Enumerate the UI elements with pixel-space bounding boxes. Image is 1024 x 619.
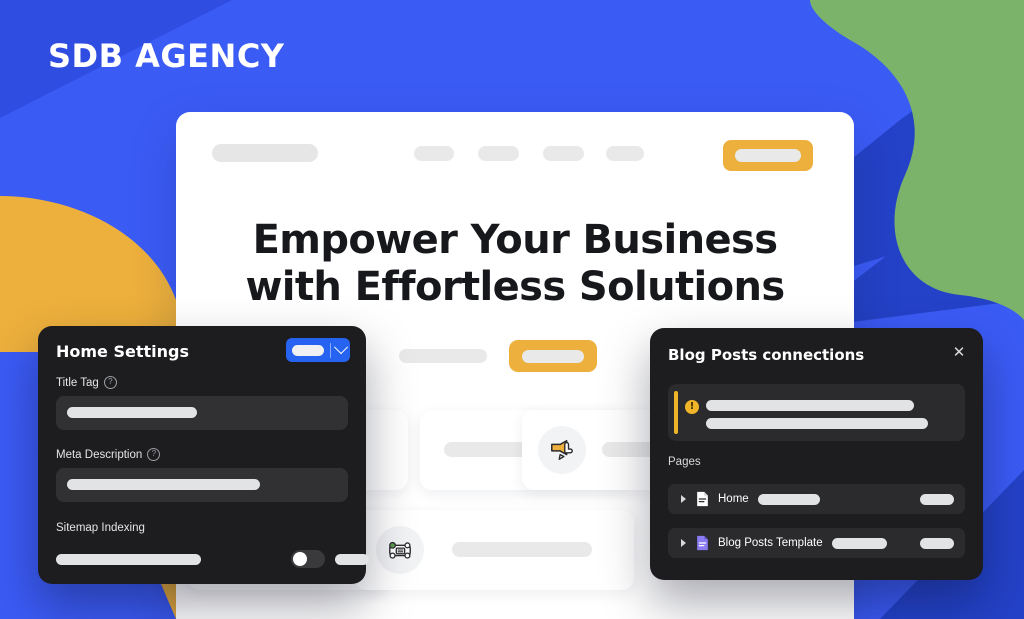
- mockup-hero: Empower Your Business with Effortless So…: [176, 217, 854, 311]
- blog-posts-connections-panel: Blog Posts connections ✕ ! Pages Home Bl…: [650, 328, 983, 580]
- caret-right-icon[interactable]: [681, 539, 686, 547]
- mockup-card-5-text: [452, 542, 592, 557]
- meta-description-value: [67, 479, 260, 490]
- page-row-blog-template-meta: [831, 537, 887, 549]
- page-row-blog-template-action[interactable]: [920, 537, 954, 549]
- brand-logo: SDB AGENCY: [48, 37, 285, 75]
- page-row-blog-template-label: Blog Posts Template: [718, 537, 823, 549]
- megaphone-icon: [538, 426, 586, 474]
- mockup-navbar: [176, 112, 854, 190]
- mockup-nav-link-4[interactable]: [606, 146, 644, 161]
- publish-button-label: [292, 344, 324, 356]
- page-row-home[interactable]: Home: [668, 484, 965, 514]
- chevron-down-icon[interactable]: [333, 340, 349, 355]
- publish-button[interactable]: [286, 338, 350, 362]
- page-icon: [697, 491, 708, 507]
- blog-posts-panel-title: Blog Posts connections: [668, 346, 865, 364]
- title-tag-label: Title Tag: [56, 376, 99, 389]
- page-row-home-meta: [757, 493, 820, 505]
- title-tag-value: [67, 407, 197, 418]
- mockup-nav-cta-label: [735, 149, 801, 162]
- question-mark-icon[interactable]: ?: [147, 448, 161, 461]
- meta-description-input[interactable]: [56, 468, 348, 502]
- page-row-blog-template[interactable]: Blog Posts Template: [668, 528, 965, 558]
- pages-section-label: Pages: [668, 456, 701, 468]
- robot-chat-icon: [376, 526, 424, 574]
- home-settings-panel: Home Settings Title Tag ? Meta Descripti…: [38, 326, 369, 584]
- toggle-knob: [293, 552, 307, 566]
- question-mark-icon[interactable]: ?: [103, 376, 117, 389]
- sitemap-indexing-label-row: Sitemap Indexing: [56, 522, 145, 534]
- sitemap-indexing-row: [56, 550, 369, 568]
- hero-line-2: with Effortless Solutions: [245, 264, 785, 311]
- mockup-nav-logo: [212, 144, 318, 162]
- mockup-card-5[interactable]: [354, 510, 634, 590]
- publish-divider: [330, 342, 331, 358]
- mockup-nav-link-1[interactable]: [414, 146, 454, 161]
- sitemap-indexing-value: [56, 554, 201, 565]
- connection-alert: !: [668, 384, 965, 441]
- poster-canvas: SDB AGENCY Empower Your Business with Ef…: [0, 0, 1024, 619]
- sitemap-indexing-toggle[interactable]: [291, 550, 325, 568]
- warning-icon: !: [685, 400, 699, 414]
- template-icon: [697, 535, 708, 551]
- mockup-hero-cta-label: [522, 350, 584, 363]
- page-row-home-action[interactable]: [920, 493, 954, 505]
- sitemap-indexing-action[interactable]: [335, 554, 369, 565]
- mockup-hero-cta-button[interactable]: [509, 340, 597, 372]
- caret-right-icon[interactable]: [681, 495, 686, 503]
- meta-description-label-row: Meta Description ?: [56, 448, 161, 461]
- alert-line-1: [706, 400, 914, 411]
- close-icon[interactable]: ✕: [951, 345, 967, 361]
- mockup-nav-link-3[interactable]: [543, 146, 584, 161]
- meta-description-label: Meta Description: [56, 448, 143, 461]
- mockup-nav-cta-button[interactable]: [723, 140, 813, 171]
- alert-stripe: [674, 391, 678, 434]
- alert-line-2: [706, 418, 928, 429]
- mockup-hero-subtext: [399, 349, 487, 363]
- title-tag-input[interactable]: [56, 396, 348, 430]
- page-row-home-label: Home: [718, 493, 749, 505]
- sitemap-indexing-label: Sitemap Indexing: [56, 522, 145, 534]
- mockup-nav-link-2[interactable]: [478, 146, 519, 161]
- title-tag-label-row: Title Tag ?: [56, 376, 117, 389]
- hero-line-1: Empower Your Business: [252, 217, 778, 263]
- home-settings-title: Home Settings: [56, 342, 189, 361]
